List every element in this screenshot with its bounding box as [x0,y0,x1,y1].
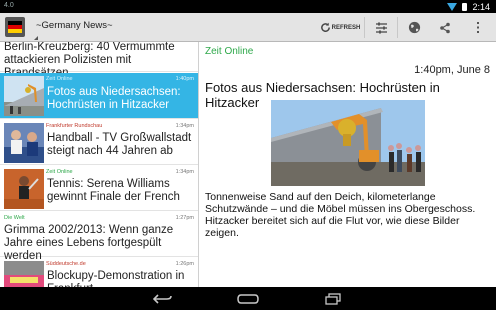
detail-image[interactable] [271,100,425,186]
article-source: Süddeutsche.de [46,261,86,267]
wifi-icon [447,2,458,11]
article-title: Tennis: Serena Williams gewinnt Finale d… [47,178,180,203]
recent-apps-button[interactable] [318,290,348,307]
article-time: 1:40pm [175,76,194,82]
demonstration-thumbnail [4,261,44,287]
germany-flag-icon [8,21,22,33]
spinner-caret-icon [34,36,38,40]
article-list[interactable]: Berlin-Kreuzberg: 40 Vermummte attackier… [0,42,198,287]
home-button[interactable] [233,290,263,307]
article-title: Blockupy-Demonstration in Frankfurt [47,270,185,287]
status-indicator: 4.0 [4,2,14,9]
app-title[interactable]: ~Germany News~ [36,20,113,31]
refresh-button[interactable]: REFRESH [318,13,362,42]
article-detail[interactable]: Zeit Online 1:40pm, June 8 Fotos aus Nie… [198,42,496,287]
list-item[interactable]: Süddeutsche.de 1:26pm Blockupy-Demonstra… [0,258,198,287]
article-time: 1:34pm [175,123,194,129]
globe-button[interactable] [399,13,429,42]
share-button[interactable] [431,13,459,42]
article-source: Zeit Online [46,169,73,175]
action-bar: ~Germany News~ REFRESH [0,13,496,42]
action-divider [397,17,398,38]
detail-body: Tonnenweise Sand auf den Deich, kilomete… [205,191,476,239]
recent-apps-icon [325,292,341,305]
detail-time: 1:40pm, June 8 [414,64,490,76]
filter-icon [375,22,387,33]
status-bar: 4.0 2:14 [0,0,496,13]
article-thumbnail [4,261,44,287]
article-source: Frankfurter Rundschau [46,123,103,129]
refresh-icon [320,22,330,32]
article-source: Zeit Online [46,76,73,82]
overflow-menu-button[interactable] [466,13,490,42]
crane-photo [271,100,425,186]
filter-button[interactable] [366,13,396,42]
article-time: 1:27pm [175,215,194,221]
action-divider [364,17,365,38]
refresh-label: REFRESH [331,24,361,31]
overflow-menu-icon [477,22,479,33]
article-time: 1:34pm [175,169,194,175]
status-right: 2:14 [447,0,490,13]
article-thumbnail [4,76,44,116]
detail-source[interactable]: Zeit Online [205,46,253,57]
share-icon [440,22,450,33]
back-button[interactable] [148,290,178,307]
crane-thumbnail [4,76,44,116]
app-logo-icon[interactable] [5,17,25,37]
article-thumbnail [4,169,44,209]
article-title: Handball - TV Großwallstadt steigt nach … [47,132,192,157]
article-source: Die Welt [4,215,25,221]
list-item[interactable]: Zeit Online 1:40pm Fotos aus Niedersachs… [0,73,198,119]
list-item[interactable]: Frankfurter Rundschau 1:34pm Handball - … [0,120,198,165]
list-item[interactable]: Zeit Online 1:34pm Tennis: Serena Willia… [0,166,198,211]
article-thumbnail [4,123,44,163]
list-item[interactable]: Berlin-Kreuzberg: 40 Vermummte attackier… [0,42,198,79]
battery-icon [462,2,468,11]
tennis-thumbnail [4,169,44,209]
article-time: 1:26pm [175,261,194,267]
back-icon [153,293,172,304]
globe-icon [408,21,420,34]
list-item[interactable]: Die Welt 1:27pm Grimma 2002/2013: Wenn g… [0,212,198,262]
home-icon [237,293,259,304]
navigation-bar [0,287,496,310]
handball-thumbnail [4,123,44,163]
article-title: Fotos aus Niedersachsen: Hochrüsten in H… [47,86,181,111]
status-time: 2:14 [472,1,490,12]
